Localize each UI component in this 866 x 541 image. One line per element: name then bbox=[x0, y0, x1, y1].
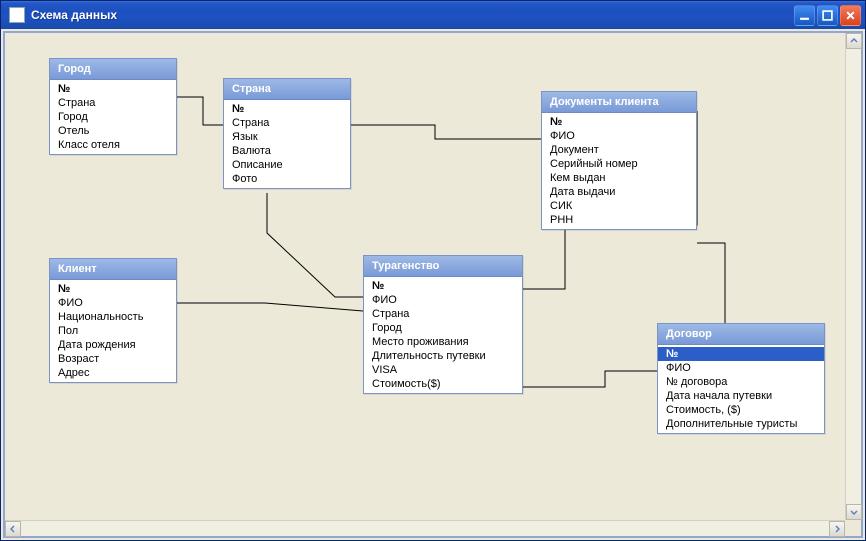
entity-field[interactable]: РНН bbox=[542, 213, 696, 227]
client-area: Город№СтранаГородОтельКласс отеляСтрана№… bbox=[3, 31, 863, 538]
entity-header[interactable]: Клиент bbox=[50, 259, 176, 280]
entity-field[interactable]: Страна bbox=[50, 96, 176, 110]
entity-field[interactable]: № bbox=[364, 279, 522, 293]
entity-field[interactable]: ФИО bbox=[658, 361, 824, 375]
entity-field[interactable]: Место проживания bbox=[364, 335, 522, 349]
entity-field[interactable]: Кем выдан bbox=[542, 171, 696, 185]
entity-field[interactable]: Дополнительные туристы bbox=[658, 417, 824, 431]
entity-field[interactable]: Язык bbox=[224, 130, 350, 144]
entity-field[interactable]: Дата начала путевки bbox=[658, 389, 824, 403]
entity-gorod[interactable]: Город№СтранаГородОтельКласс отеля bbox=[49, 58, 177, 155]
entity-field[interactable]: № bbox=[224, 102, 350, 116]
entity-field[interactable]: ФИО bbox=[50, 296, 176, 310]
entity-field[interactable]: Адрес bbox=[50, 366, 176, 380]
entity-field[interactable]: № bbox=[658, 347, 824, 361]
entity-field[interactable]: Страна bbox=[364, 307, 522, 321]
entity-field[interactable]: Класс отеля bbox=[50, 138, 176, 152]
chevron-right-icon bbox=[833, 525, 841, 533]
scrollbar-corner bbox=[845, 520, 861, 536]
schema-canvas[interactable]: Город№СтранаГородОтельКласс отеляСтрана№… bbox=[5, 33, 845, 520]
minimize-icon bbox=[799, 10, 810, 21]
title-bar[interactable]: Схема данных bbox=[1, 1, 865, 29]
entity-header[interactable]: Договор bbox=[658, 324, 824, 345]
relationship-line bbox=[177, 97, 223, 125]
entity-field[interactable]: № bbox=[50, 282, 176, 296]
entity-field-list: №ФИОНациональностьПолДата рожденияВозрас… bbox=[50, 280, 176, 382]
scroll-right-button[interactable] bbox=[829, 521, 845, 537]
entity-field[interactable]: VISA bbox=[364, 363, 522, 377]
scroll-up-button[interactable] bbox=[846, 33, 862, 49]
entity-field[interactable]: Возраст bbox=[50, 352, 176, 366]
chevron-up-icon bbox=[850, 37, 858, 45]
relationship-line bbox=[523, 371, 657, 387]
entity-field[interactable]: Серийный номер bbox=[542, 157, 696, 171]
entity-field-list: №ФИО№ договораДата начала путевкиСтоимос… bbox=[658, 345, 824, 433]
vertical-scrollbar[interactable] bbox=[845, 33, 861, 520]
relationship-line bbox=[177, 303, 363, 311]
entity-tur[interactable]: Турагенство№ФИОСтранаГородМесто проживан… bbox=[363, 255, 523, 394]
entity-header[interactable]: Город bbox=[50, 59, 176, 80]
close-button[interactable] bbox=[840, 5, 861, 26]
relationship-line bbox=[697, 243, 725, 323]
entity-field-list: №СтранаГородОтельКласс отеля bbox=[50, 80, 176, 154]
entity-strana[interactable]: Страна№СтранаЯзыкВалютаОписаниеФото bbox=[223, 78, 351, 189]
entity-dogovor[interactable]: Договор№ФИО№ договораДата начала путевки… bbox=[657, 323, 825, 434]
entity-field[interactable]: Город bbox=[364, 321, 522, 335]
relationships-icon bbox=[9, 7, 25, 23]
horizontal-scrollbar[interactable] bbox=[5, 520, 845, 536]
scroll-down-button[interactable] bbox=[846, 504, 862, 520]
entity-field[interactable]: Стоимость($) bbox=[364, 377, 522, 391]
entity-header[interactable]: Турагенство bbox=[364, 256, 522, 277]
chevron-down-icon bbox=[850, 508, 858, 516]
entity-field[interactable]: ФИО bbox=[364, 293, 522, 307]
entity-field[interactable]: Пол bbox=[50, 324, 176, 338]
entity-field[interactable]: СИК bbox=[542, 199, 696, 213]
entity-field[interactable]: ФИО bbox=[542, 129, 696, 143]
close-icon bbox=[845, 10, 856, 21]
entity-field[interactable]: Национальность bbox=[50, 310, 176, 324]
entity-docs[interactable]: Документы клиента№ФИОДокументСерийный но… bbox=[541, 91, 697, 230]
entity-field[interactable]: № bbox=[50, 82, 176, 96]
app-window: Схема данных Город№СтранаГородОтельКласс… bbox=[0, 0, 866, 541]
entity-field-list: №ФИОСтранаГородМесто проживанияДлительно… bbox=[364, 277, 522, 393]
entity-field-list: №ФИОДокументСерийный номерКем выданДата … bbox=[542, 113, 696, 229]
scroll-left-button[interactable] bbox=[5, 521, 21, 537]
window-buttons bbox=[794, 5, 861, 26]
entity-field[interactable]: Город bbox=[50, 110, 176, 124]
entity-field-list: №СтранаЯзыкВалютаОписаниеФото bbox=[224, 100, 350, 188]
relationship-line bbox=[351, 125, 541, 139]
entity-field[interactable]: Документ bbox=[542, 143, 696, 157]
entity-field[interactable]: № договора bbox=[658, 375, 824, 389]
entity-header[interactable]: Документы клиента bbox=[542, 92, 696, 113]
window-title: Схема данных bbox=[31, 8, 794, 22]
entity-field[interactable]: Длительность путевки bbox=[364, 349, 522, 363]
entity-field[interactable]: Стоимость, ($) bbox=[658, 403, 824, 417]
entity-field[interactable]: Фото bbox=[224, 172, 350, 186]
entity-field[interactable]: № bbox=[542, 115, 696, 129]
entity-field[interactable]: Валюта bbox=[224, 144, 350, 158]
minimize-button[interactable] bbox=[794, 5, 815, 26]
entity-field[interactable]: Дата рождения bbox=[50, 338, 176, 352]
chevron-left-icon bbox=[9, 525, 17, 533]
entity-field[interactable]: Описание bbox=[224, 158, 350, 172]
maximize-icon bbox=[822, 10, 833, 21]
entity-klient[interactable]: Клиент№ФИОНациональностьПолДата рождения… bbox=[49, 258, 177, 383]
entity-header[interactable]: Страна bbox=[224, 79, 350, 100]
relationship-line bbox=[267, 193, 363, 297]
entity-field[interactable]: Дата выдачи bbox=[542, 185, 696, 199]
entity-field[interactable]: Страна bbox=[224, 116, 350, 130]
entity-field[interactable]: Отель bbox=[50, 124, 176, 138]
maximize-button[interactable] bbox=[817, 5, 838, 26]
